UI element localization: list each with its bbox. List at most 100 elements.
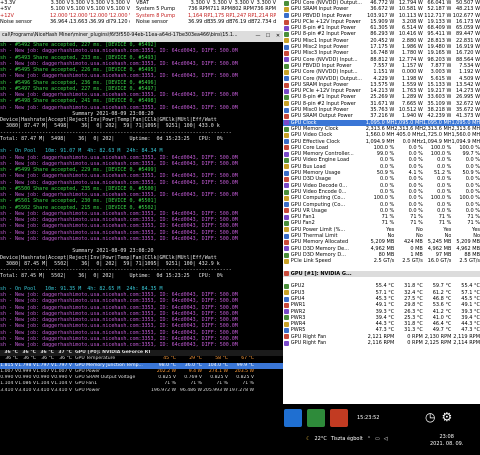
sensor-icon <box>284 107 289 113</box>
console-titlebar[interactable]: cal\Programs\NiceHash Miner\miner_plugin… <box>0 31 283 42</box>
sensor-row[interactable]: GPU Right Fan 2,116 RPM 0 RPM 2,125 RPM 2,11… <box>283 340 480 346</box>
sensor-value: 2.5 GT/s <box>373 258 395 265</box>
sensor-icon <box>284 0 289 6</box>
sensor-value: 3.410 V <box>18 387 36 393</box>
sensor-icon <box>284 57 289 63</box>
tray-weather[interactable]: ☾ 22°C Tiszta égbolt ⌃ ▭ ◁ <box>306 436 388 442</box>
sensor-icon <box>284 176 289 182</box>
sensor-icon <box>284 170 289 176</box>
sensor-icon <box>284 25 289 31</box>
sensor-value: 197.278 W <box>229 387 254 393</box>
sensor-icon <box>284 113 289 119</box>
weather-text: Tiszta égbolt <box>330 436 363 442</box>
close-icon[interactable]: ✕ <box>273 33 283 39</box>
volume-icon[interactable]: ◁ <box>384 436 388 442</box>
weather-temp: 22°C <box>314 436 327 442</box>
sensor-icon <box>284 189 289 195</box>
sensor-icon <box>284 208 289 214</box>
sensor-icon <box>284 246 289 252</box>
miner-console-window[interactable]: cal\Programs\NiceHash Miner\miner_plugin… <box>0 31 283 350</box>
sensor-icon <box>284 63 289 69</box>
minimize-icon[interactable]: — <box>253 33 263 39</box>
clock-date: 2021. 08. 09. <box>430 441 464 447</box>
sensor-icon <box>284 13 289 19</box>
gear-icon[interactable]: ⚙ <box>441 410 452 424</box>
sensor-icon <box>284 6 289 12</box>
sensor-icon <box>284 44 289 50</box>
sensor-value: 196.972 W <box>151 387 176 393</box>
network-icon[interactable]: ▭ <box>375 436 380 442</box>
sensor-icon <box>284 290 289 296</box>
sensor-value: 36.964 A <box>50 18 70 25</box>
sensor-value: 205.993 W <box>203 387 228 393</box>
sensor-icon <box>284 158 289 164</box>
console-output: sh - #5492 Share accepted, 227 ms. [DEVI… <box>0 42 283 348</box>
sensor-value: 13.663 A <box>70 18 90 25</box>
sensor-label: PCIe Link Speed <box>290 258 331 265</box>
sensor-icon <box>284 195 289 201</box>
hwinfo-sensor-panel[interactable]: GPU Core (NVVDD) Output... 46.772 W 12.794… <box>283 0 480 404</box>
weather-icon: ☾ <box>306 436 311 442</box>
sensor-icon <box>284 202 289 208</box>
sensor-value: 16.0 GT/s <box>427 258 452 265</box>
sensor-icon <box>284 32 289 38</box>
sensor-label: GPU Power <box>75 387 101 393</box>
sensor-label: Noise sensor <box>0 18 33 25</box>
sensor-icon <box>284 328 289 334</box>
sensor-icon <box>284 132 289 138</box>
sensor-icon <box>284 88 289 94</box>
app-icon[interactable] <box>284 409 302 427</box>
sensor-icon <box>284 302 289 308</box>
sensor-icon <box>284 183 289 189</box>
sensor-icon <box>284 38 289 44</box>
sensor-icon <box>284 227 289 233</box>
window-controls: — ☐ ✕ <box>253 33 283 39</box>
sensor-icon <box>284 69 289 75</box>
sensor-value: 35.99 dB <box>210 18 232 25</box>
sensor-icon <box>284 334 289 340</box>
sensor-value: 72.734 dB <box>254 18 276 25</box>
sensor-icon <box>284 340 289 346</box>
sensor-icon <box>284 51 289 57</box>
sensor-icon <box>284 252 289 258</box>
clock-icon[interactable]: ◷ <box>425 410 435 424</box>
sensor-icon <box>284 101 289 107</box>
chevron-up-icon[interactable]: ⌃ <box>367 436 371 442</box>
tray-left-group: 15:23:52 <box>284 406 379 430</box>
sensor-icon <box>284 309 289 315</box>
sensor-label: Noise sensor <box>136 18 169 25</box>
sensor-icon <box>284 126 289 132</box>
sensor-value: 2.5 GT/s <box>459 258 480 265</box>
sensor-icon <box>284 82 289 88</box>
sensor-value: 36.99 dB <box>90 18 110 25</box>
sensor-icon <box>284 95 289 101</box>
sensor-icon <box>284 120 289 126</box>
desktop: +3.3V 3.300 V 3.300 V 3.300 V 3.300 V VBAT 3.3… <box>0 0 480 455</box>
sensor-value: 3.410 V <box>0 387 18 393</box>
sensor-row[interactable]: 3.410 V 3.410 V 3.410 V 3.410 V GPU Power 196… <box>0 388 283 394</box>
app-icon[interactable] <box>330 409 348 427</box>
sensor-icon <box>284 271 289 277</box>
sensor-icon <box>284 214 289 220</box>
sensor-label: GPU [#1]: NVIDIA G... <box>290 270 352 277</box>
sensor-icon <box>284 296 289 302</box>
app-icon[interactable] <box>307 409 325 427</box>
maximize-icon[interactable]: ☐ <box>263 33 273 39</box>
sensor-icon <box>284 164 289 170</box>
sensor-row[interactable]: PCIe Link Speed 2.5 GT/s 2.5 GT/s 16.0 GT/s… <box>283 258 480 264</box>
sensor-value: 3.410 V <box>36 387 54 393</box>
console-line: sh - New job: daggerhashimoto.usa.niceha… <box>0 342 238 348</box>
sensor-icon <box>284 258 289 264</box>
tray-time-small: 15:23:52 <box>357 415 380 421</box>
sensor-value: 36.99 dB <box>188 18 210 25</box>
tray-system-icons: ◷ ⚙ <box>425 410 452 424</box>
sensor-icon <box>284 315 289 321</box>
sensor-value: 79.120 dB <box>110 18 130 25</box>
sensor-value: 2,116 RPM <box>367 340 395 347</box>
sensor-row[interactable]: Noise sensor36.964 A13.663 A36.99 dB79.1… <box>0 19 283 25</box>
taskbar-clock[interactable]: 23:08 2021. 08. 09. <box>430 434 463 448</box>
sensor-value: 3.410 V <box>54 387 72 393</box>
sensor-value: 2,114 RPM <box>453 340 480 347</box>
sensor-icon <box>284 19 289 25</box>
console-title: cal\Programs\NiceHash Miner\miner_plugin… <box>2 33 238 39</box>
